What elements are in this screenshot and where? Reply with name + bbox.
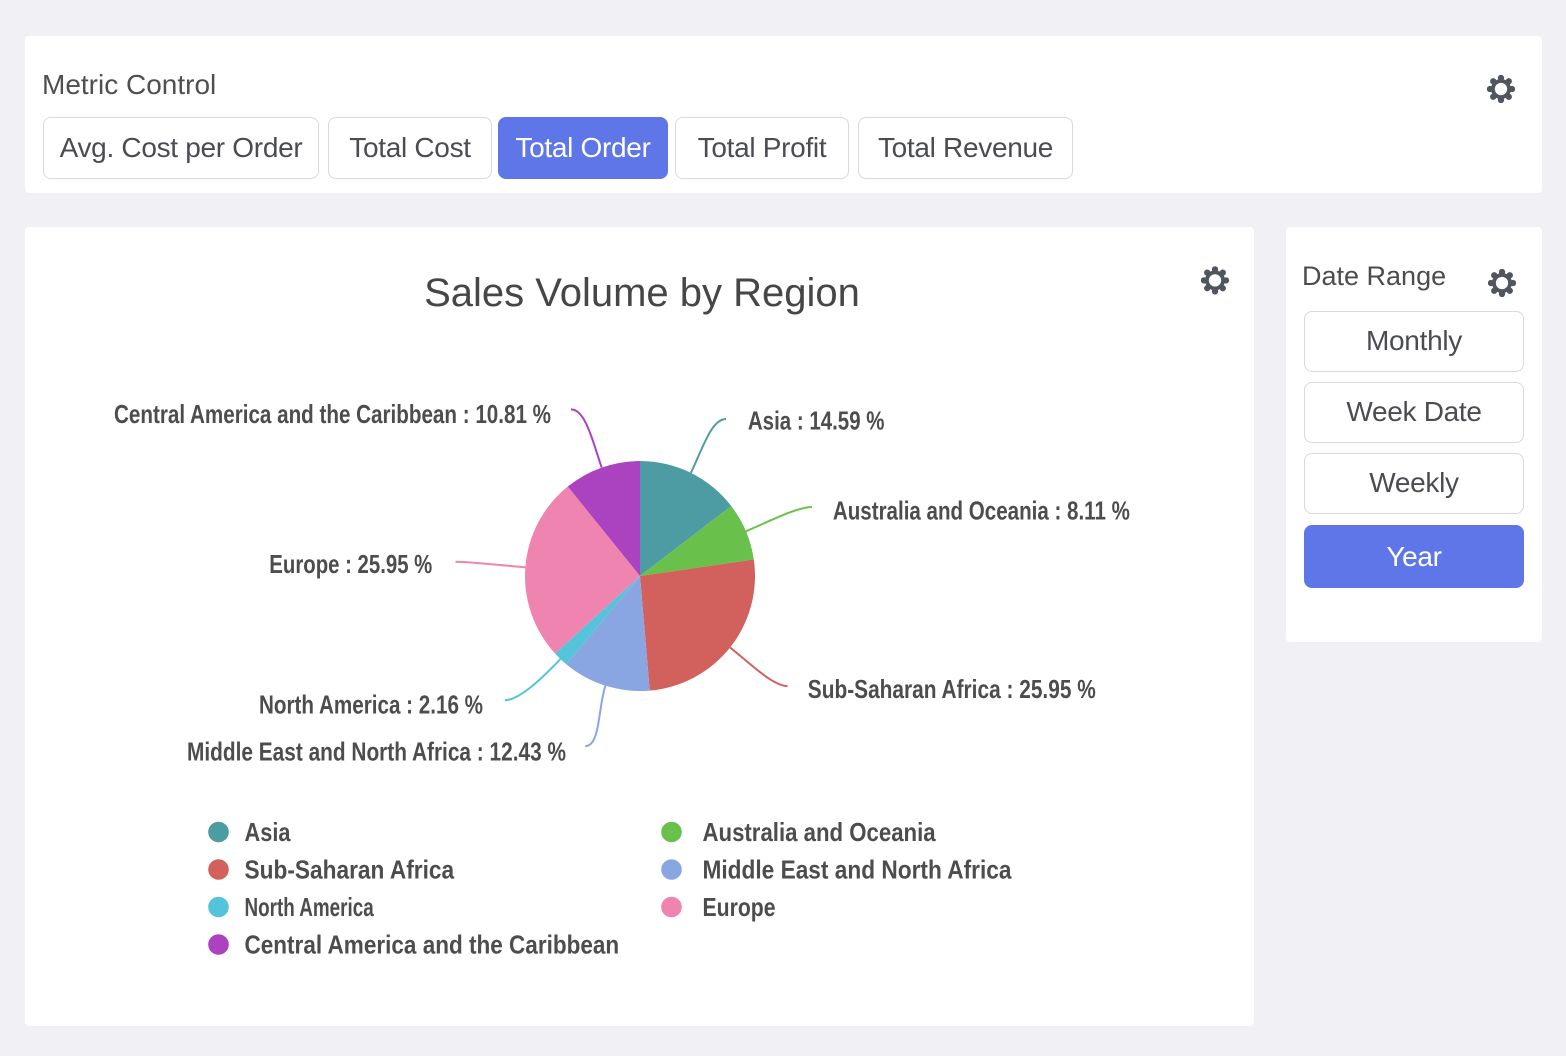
svg-text:Middle East and North Africa :: Middle East and North Africa : 12.43 % bbox=[187, 737, 566, 767]
svg-text:North America: North America bbox=[245, 892, 375, 922]
svg-text:Asia : 14.59 %: Asia : 14.59 % bbox=[748, 405, 885, 435]
svg-text:Sales Volume by Region: Sales Volume by Region bbox=[424, 271, 860, 315]
svg-text:Asia: Asia bbox=[245, 817, 291, 847]
svg-text:Australia and Oceania : 8.11 %: Australia and Oceania : 8.11 % bbox=[833, 496, 1130, 526]
svg-text:Sub-Saharan Africa : 25.95 %: Sub-Saharan Africa : 25.95 % bbox=[808, 674, 1096, 704]
svg-text:Europe : 25.95 %: Europe : 25.95 % bbox=[269, 549, 432, 579]
svg-text:Europe: Europe bbox=[703, 892, 776, 922]
svg-text:Sub-Saharan Africa: Sub-Saharan Africa bbox=[245, 855, 455, 885]
svg-text:Central America and the Caribb: Central America and the Caribbean : 10.8… bbox=[114, 399, 551, 429]
svg-text:Middle East and North Africa: Middle East and North Africa bbox=[703, 855, 1012, 885]
svg-text:Central America and the Caribb: Central America and the Caribbean bbox=[245, 930, 620, 960]
svg-text:Australia and Oceania: Australia and Oceania bbox=[703, 817, 937, 847]
svg-text:North America : 2.16 %: North America : 2.16 % bbox=[259, 690, 483, 720]
